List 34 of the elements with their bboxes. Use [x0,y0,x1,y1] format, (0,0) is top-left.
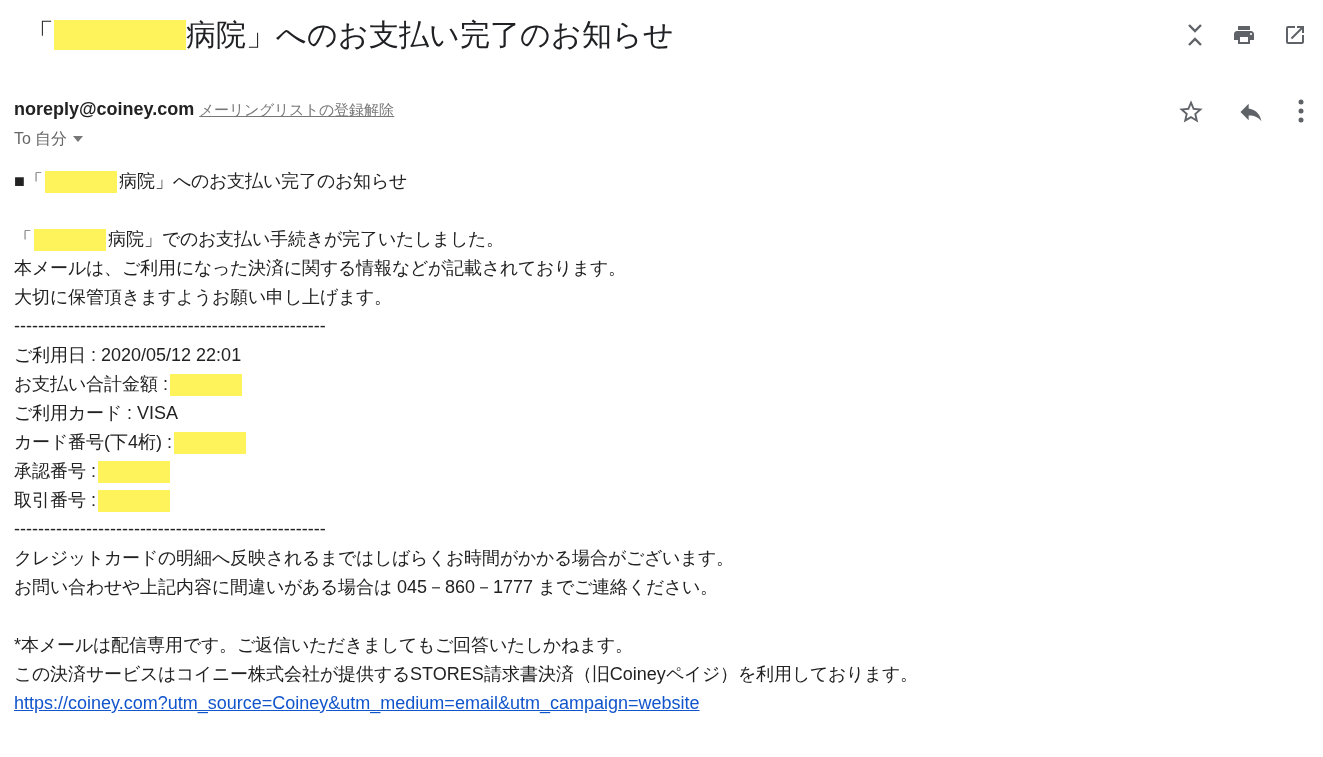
text: *本メールは配信専用です。ご返信いただきましてもご回答いたしかねます。 [14,634,633,657]
redaction-block [98,460,170,483]
dropdown-caret-icon[interactable] [73,136,84,142]
text: クレジットカードの明細へ反映されるまではしばらくお時間がかかる場合がございます。 [14,547,734,570]
text: ご利用日 : 2020/05/12 22:01 [14,344,242,367]
open-in-new-window-icon[interactable] [1283,23,1307,47]
text: 承認番号 : [14,460,96,483]
print-icon[interactable] [1231,23,1257,47]
text: 大切に保管頂きますようお願い申し上げます。 [14,286,392,309]
more-options-icon[interactable] [1297,98,1305,124]
collapse-icon[interactable] [1185,22,1205,48]
unsubscribe-link[interactable]: メーリングリストの登録解除 [199,99,395,122]
text: お問い合わせや上記内容に間違いがある場合は 045－860－1777 までご連絡ください。 [14,576,719,599]
redaction-block [170,373,242,396]
text: ---------------------------------------------------- [14,518,326,541]
text: 病院」へのお支払い完了のお知らせ [118,170,407,193]
text: 「 [24,17,54,53]
text: 「 [14,228,32,251]
text: 本メールは、ご利用になった決済に関する情報などが記載されております。 [14,257,626,280]
recipient-label: To 自分 [14,129,68,149]
text: 病院」でのお支払い手続きが完了いたしました。 [108,228,504,251]
sender-address: noreply@coiney.com [14,98,195,121]
text: ご利用カード : VISA [14,402,179,425]
redaction-block [98,489,170,512]
redaction-block [34,228,106,251]
text: 病院」へのお支払い完了のお知らせ [186,17,674,53]
text: カード番号(下4桁) : [14,431,172,454]
text: ■「 [14,170,43,193]
redaction-block [174,431,246,454]
text: この決済サービスはコイニー株式会社が提供するSTORES請求書決済（旧Coineyペイジ）を利用しております。 [14,663,918,686]
text: お支払い合計金額 : [14,373,168,396]
text: 取引番号 : [14,489,96,512]
text: ---------------------------------------------------- [14,315,326,338]
website-link[interactable]: https://coiney.com?utm_source=Coiney&utm_medium=email&utm_campaign=website [14,693,700,713]
